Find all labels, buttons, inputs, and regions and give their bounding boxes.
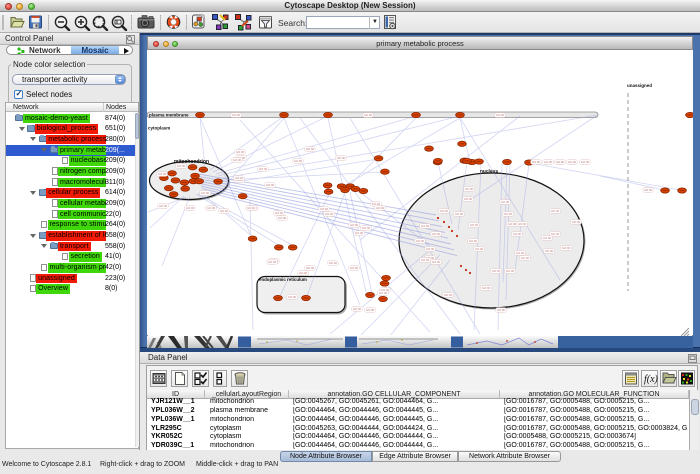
svg-text:GO:00: GO:00 — [337, 156, 346, 160]
svg-text:GO:00: GO:00 — [516, 251, 525, 255]
svg-text:GO:00: GO:00 — [158, 172, 167, 176]
svg-text:GO:00: GO:00 — [350, 223, 359, 227]
svg-text:GO:00: GO:00 — [329, 261, 338, 265]
svg-text:GO:00: GO:00 — [432, 232, 441, 236]
svg-text:GO:00: GO:00 — [353, 307, 362, 311]
svg-text:GO:00: GO:00 — [444, 293, 453, 297]
svg-text:GO:00: GO:00 — [306, 147, 315, 151]
svg-text:GO:00: GO:00 — [572, 220, 581, 224]
svg-text:GO:00: GO:00 — [470, 223, 479, 227]
svg-text:GO:00: GO:00 — [299, 271, 308, 275]
svg-text:GO:00: GO:00 — [532, 160, 541, 164]
svg-text:cytoplasm: cytoplasm — [148, 126, 170, 131]
svg-text:GO:00: GO:00 — [288, 295, 297, 299]
svg-text:GO:00: GO:00 — [294, 159, 303, 163]
svg-text:GO:00: GO:00 — [644, 188, 653, 192]
svg-text:GO:00: GO:00 — [325, 212, 334, 216]
svg-text:GO:00: GO:00 — [432, 260, 441, 264]
svg-text:GO:00: GO:00 — [440, 209, 449, 213]
svg-text:GO:00: GO:00 — [201, 191, 210, 195]
svg-text:GO:00: GO:00 — [236, 150, 245, 154]
svg-text:GO:00: GO:00 — [379, 291, 388, 295]
svg-text:GO:00: GO:00 — [469, 239, 478, 243]
svg-text:GO:00: GO:00 — [497, 308, 506, 312]
svg-text:GO:00: GO:00 — [496, 113, 505, 117]
svg-text:GO:00: GO:00 — [220, 209, 229, 213]
svg-text:GO:00: GO:00 — [506, 269, 515, 273]
svg-text:GO:00: GO:00 — [464, 197, 473, 201]
svg-text:GO:00: GO:00 — [556, 160, 565, 164]
svg-text:GO:00: GO:00 — [482, 286, 491, 290]
svg-text:GO:00: GO:00 — [421, 224, 430, 228]
svg-text:GO:00: GO:00 — [247, 206, 256, 210]
svg-text:GO:00: GO:00 — [186, 206, 195, 210]
svg-text:GO:00: GO:00 — [568, 160, 577, 164]
svg-text:GO:00: GO:00 — [551, 209, 560, 213]
svg-text:GO:00: GO:00 — [518, 222, 527, 226]
svg-text:f(x): f(x) — [644, 374, 658, 385]
svg-text:GO:00: GO:00 — [543, 236, 552, 240]
svg-text:GO:00: GO:00 — [426, 247, 435, 251]
svg-text:GO:00: GO:00 — [232, 113, 241, 117]
svg-text:nucleus: nucleus — [480, 169, 498, 175]
svg-text:GO:00: GO:00 — [501, 200, 510, 204]
svg-text:GO:00: GO:00 — [465, 187, 474, 191]
svg-text:GO:00: GO:00 — [364, 113, 373, 117]
svg-text:GO:00: GO:00 — [177, 164, 186, 168]
svg-text:GO:00: GO:00 — [513, 232, 522, 236]
svg-text:GO:00: GO:00 — [235, 176, 244, 180]
svg-text:GO:00: GO:00 — [492, 269, 501, 273]
svg-text:GO:00: GO:00 — [278, 216, 287, 220]
svg-text:GO:00: GO:00 — [455, 212, 464, 216]
svg-text:GO:00: GO:00 — [268, 260, 277, 264]
svg-text:unassigned: unassigned — [627, 83, 652, 88]
svg-text:GO:00: GO:00 — [366, 308, 375, 312]
svg-text:GO:00: GO:00 — [581, 160, 590, 164]
svg-text:GO:00: GO:00 — [376, 206, 385, 210]
svg-text:GO:00: GO:00 — [207, 206, 216, 210]
svg-text:GO:00: GO:00 — [350, 266, 359, 270]
svg-text:GO:00: GO:00 — [544, 160, 553, 164]
svg-text:GO:00: GO:00 — [508, 222, 517, 226]
svg-text:GO:00: GO:00 — [306, 266, 315, 270]
svg-text:GO:00: GO:00 — [504, 212, 513, 216]
svg-text:GO:00: GO:00 — [266, 183, 275, 187]
svg-text:GO:00: GO:00 — [355, 231, 364, 235]
svg-text:endoplasmic reticulum: endoplasmic reticulum — [259, 277, 307, 282]
svg-text:plasma membrane: plasma membrane — [149, 112, 189, 117]
svg-text:GO:00: GO:00 — [521, 256, 530, 260]
svg-text:GO:00: GO:00 — [562, 246, 571, 250]
svg-text:GO:00: GO:00 — [159, 204, 168, 208]
svg-text:GO:00: GO:00 — [233, 158, 242, 162]
svg-text:GO:00: GO:00 — [320, 207, 329, 211]
svg-text:GO:00: GO:00 — [259, 167, 268, 171]
svg-text:GO:00: GO:00 — [362, 226, 371, 230]
svg-text:GO:00: GO:00 — [551, 232, 560, 236]
svg-text:GO:00: GO:00 — [275, 211, 284, 215]
svg-text:GO:00: GO:00 — [545, 249, 554, 253]
svg-text:GO:00: GO:00 — [416, 239, 425, 243]
svg-text:GO:00: GO:00 — [421, 258, 430, 262]
svg-text:GO:00: GO:00 — [475, 247, 484, 251]
